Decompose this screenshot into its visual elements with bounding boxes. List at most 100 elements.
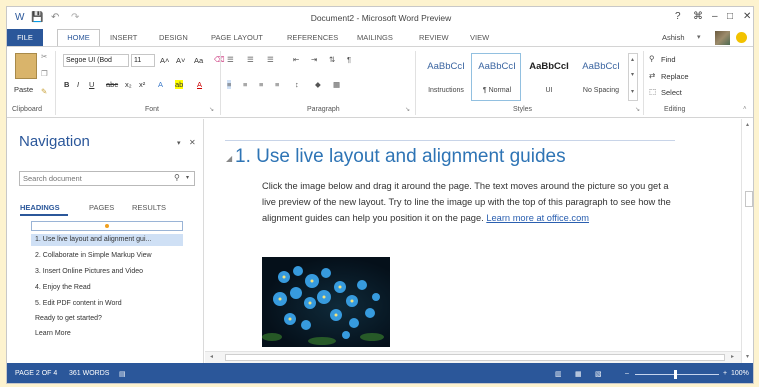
multilevel-list-icon[interactable]: ☰	[267, 55, 274, 64]
font-color-button[interactable]: A	[197, 80, 202, 89]
grow-font-button[interactable]: A˄	[160, 56, 169, 65]
justify-icon[interactable]: ≡	[275, 80, 279, 89]
scroll-up-icon[interactable]: ▴	[746, 121, 749, 128]
heading-item-5[interactable]: 5. Edit PDF content in Word	[31, 298, 183, 310]
align-center-icon[interactable]: ≡	[243, 80, 247, 89]
style-normal[interactable]: AaBbCcI ¶ Normal	[471, 53, 521, 101]
ribbon-display-icon[interactable]: ⌘	[693, 11, 703, 22]
replace-icon[interactable]: ⇄	[649, 71, 655, 80]
align-left-icon[interactable]: ≡	[227, 80, 232, 89]
tab-mailings[interactable]: MAILINGS	[357, 33, 393, 42]
heading-item-2[interactable]: 2. Collaborate in Simple Markup View	[31, 250, 183, 262]
replace-button[interactable]: Replace	[661, 72, 689, 81]
close-pane-icon[interactable]: ✕	[189, 138, 196, 147]
learn-more-link[interactable]: Learn more at office.com	[486, 213, 589, 223]
zoom-slider[interactable]	[635, 374, 719, 375]
tab-insert[interactable]: INSERT	[110, 33, 137, 42]
styles-gallery-scroll[interactable]: ▴ ▾ ▾	[628, 53, 638, 101]
zoom-slider-thumb[interactable]	[674, 370, 677, 379]
increase-indent-icon[interactable]: ⇥	[311, 55, 317, 64]
vertical-scroll-thumb[interactable]	[745, 191, 753, 207]
search-input[interactable]	[20, 172, 170, 185]
find-button[interactable]: Find	[661, 55, 676, 64]
chevron-up-icon[interactable]: ▴	[631, 56, 634, 63]
web-layout-icon[interactable]: ▧	[595, 370, 602, 378]
text-effects-button[interactable]: A	[158, 80, 163, 89]
change-case-button[interactable]: Aa	[194, 56, 203, 65]
collapse-ribbon-icon[interactable]: ˄	[743, 106, 747, 112]
font-size-combo[interactable]: 11	[131, 54, 155, 67]
page-count[interactable]: PAGE 2 OF 4	[15, 370, 57, 377]
strikethrough-button[interactable]: abc	[106, 80, 118, 89]
more-styles-icon[interactable]: ▾	[631, 88, 634, 95]
style-no-spacing[interactable]: AaBbCcI No Spacing	[575, 53, 625, 101]
zoom-out-button[interactable]: –	[625, 370, 629, 377]
chevron-down-icon[interactable]: ▾	[697, 33, 701, 41]
vertical-scrollbar[interactable]: ▴ ▾	[741, 119, 753, 363]
tab-results[interactable]: RESULTS	[132, 203, 166, 212]
align-right-icon[interactable]: ≡	[259, 80, 263, 89]
word-count[interactable]: 361 WORDS	[69, 370, 109, 377]
style-ui[interactable]: AaBbCcI UI	[523, 53, 573, 101]
horizontal-scrollbar[interactable]: ◂ ▸	[205, 351, 741, 363]
numbering-icon[interactable]: ☰	[247, 55, 254, 64]
show-marks-icon[interactable]: ¶	[347, 55, 351, 64]
close-button[interactable]: ✕	[743, 11, 751, 22]
flower-image[interactable]	[262, 257, 390, 347]
line-spacing-icon[interactable]: ↕	[295, 80, 299, 89]
tab-home[interactable]: HOME	[57, 29, 100, 46]
font-name-combo[interactable]: Segoe UI (Bod	[63, 54, 129, 67]
proofing-icon[interactable]: ▤	[119, 370, 126, 378]
heading-item-3[interactable]: 3. Insert Online Pictures and Video	[31, 266, 183, 278]
zoom-in-button[interactable]: +	[723, 370, 727, 377]
minimize-button[interactable]: –	[712, 11, 718, 22]
sort-icon[interactable]: ⇅	[329, 55, 335, 64]
scroll-right-icon[interactable]: ▸	[731, 353, 734, 360]
select-icon[interactable]: ⬚	[649, 87, 656, 96]
tab-headings[interactable]: HEADINGS	[20, 203, 68, 216]
scroll-down-icon[interactable]: ▾	[746, 353, 749, 360]
cut-icon[interactable]: ✂	[41, 52, 47, 61]
heading-item-4[interactable]: 4. Enjoy the Read	[31, 282, 183, 294]
format-painter-icon[interactable]: ✎	[41, 87, 47, 96]
underline-button[interactable]: U	[89, 80, 94, 89]
search-icon[interactable]: ⚲	[174, 173, 180, 182]
feedback-smiley-icon[interactable]	[736, 32, 747, 43]
shading-icon[interactable]: ◆	[315, 80, 321, 89]
chevron-down-icon[interactable]: ▾	[631, 71, 634, 78]
help-icon[interactable]: ?	[675, 11, 681, 22]
find-icon[interactable]: ⚲	[649, 54, 655, 63]
pane-options-icon[interactable]: ▾	[177, 139, 181, 147]
paste-button[interactable]: Paste	[14, 85, 33, 94]
tab-review[interactable]: REVIEW	[419, 33, 449, 42]
avatar[interactable]	[715, 31, 730, 45]
font-dialog-launcher-icon[interactable]: ↘	[209, 106, 214, 113]
tab-view[interactable]: VIEW	[470, 33, 489, 42]
shrink-font-button[interactable]: A˅	[176, 56, 185, 65]
tab-pages[interactable]: PAGES	[89, 203, 114, 212]
copy-icon[interactable]: ❐	[41, 69, 48, 78]
chevron-down-icon[interactable]: ▾	[186, 174, 189, 181]
styles-dialog-launcher-icon[interactable]: ↘	[635, 106, 640, 113]
style-instructions[interactable]: AaBbCcI Instructions	[420, 53, 470, 101]
bold-button[interactable]: B	[64, 80, 69, 89]
horizontal-scroll-thumb[interactable]	[225, 354, 725, 361]
zoom-level[interactable]: 100%	[731, 370, 749, 377]
tab-design[interactable]: DESIGN	[159, 33, 188, 42]
italic-button[interactable]: I	[77, 80, 79, 89]
user-name[interactable]: Ashish	[662, 33, 685, 42]
collapse-heading-icon[interactable]: ◢	[226, 154, 232, 163]
tab-page-layout[interactable]: PAGE LAYOUT	[211, 33, 263, 42]
maximize-button[interactable]: □	[727, 11, 733, 22]
document-paragraph[interactable]: Click the image below and drag it around…	[262, 178, 678, 226]
borders-icon[interactable]: ▦	[333, 80, 340, 89]
decrease-indent-icon[interactable]: ⇤	[293, 55, 299, 64]
read-mode-icon[interactable]: ▥	[555, 370, 562, 378]
highlight-button[interactable]: ab	[175, 80, 184, 89]
paste-icon[interactable]	[15, 53, 37, 79]
subscript-button[interactable]: x₂	[125, 80, 132, 89]
heading-item-7[interactable]: Learn More	[31, 328, 183, 340]
select-button[interactable]: Select	[661, 88, 682, 97]
superscript-button[interactable]: x²	[139, 80, 145, 89]
tab-references[interactable]: REFERENCES	[287, 33, 338, 42]
